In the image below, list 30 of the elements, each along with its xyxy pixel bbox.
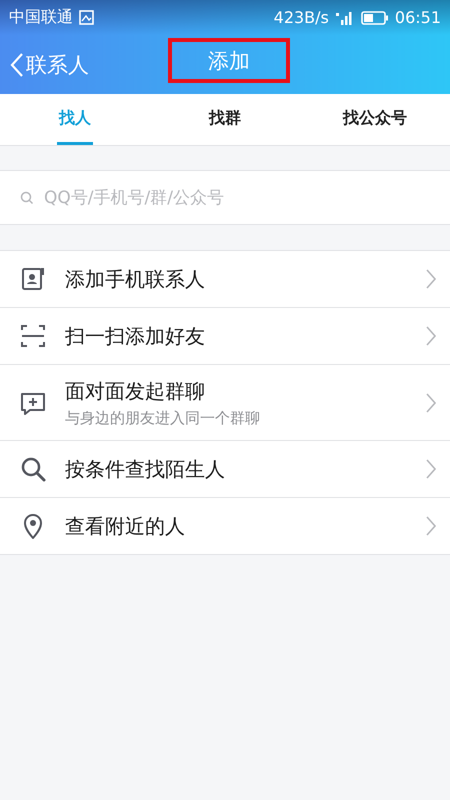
image-notification-icon: [79, 10, 94, 25]
search-icon: [20, 190, 34, 204]
item-title: 面对面发起群聊: [65, 378, 206, 404]
search-icon: [19, 455, 47, 483]
chevron-icon: [426, 516, 436, 536]
clock-time: 06:51: [394, 8, 441, 27]
page-title: 添加: [168, 38, 290, 83]
network-speed: 423B/s: [274, 8, 329, 27]
list-item[interactable]: 按条件查找陌生人: [0, 441, 450, 498]
list-item[interactable]: 添加手机联系人: [0, 251, 450, 308]
item-title: 按条件查找陌生人: [65, 456, 226, 482]
scan-icon: [19, 322, 47, 350]
chevron-icon: [426, 392, 436, 412]
chevron-icon: [426, 459, 436, 479]
list-item[interactable]: 扫一扫添加好友: [0, 308, 450, 365]
list-item[interactable]: 面对面发起群聊 与身边的朋友进入同一个群聊: [0, 365, 450, 441]
item-title: 扫一扫添加好友: [65, 322, 206, 350]
list-item[interactable]: 查看附近的人: [0, 498, 450, 555]
chevron-icon: [426, 269, 436, 289]
tab[interactable]: 找群: [207, 94, 243, 145]
contact-icon: [19, 265, 47, 293]
chevron-icon: [426, 326, 436, 346]
item-title: 添加手机联系人: [65, 266, 206, 292]
search-field[interactable]: QQ号/手机号/群/公众号: [0, 170, 450, 225]
carrier-name: 中国联通: [9, 7, 73, 28]
item-title: 查看附近的人: [65, 512, 186, 540]
item-subtitle: 与身边的朋友进入同一个群聊: [65, 408, 261, 428]
battery-icon: [360, 10, 389, 24]
search-input[interactable]: QQ号/手机号/群/公众号: [42, 186, 450, 208]
tab[interactable]: 找公众号: [341, 94, 409, 145]
